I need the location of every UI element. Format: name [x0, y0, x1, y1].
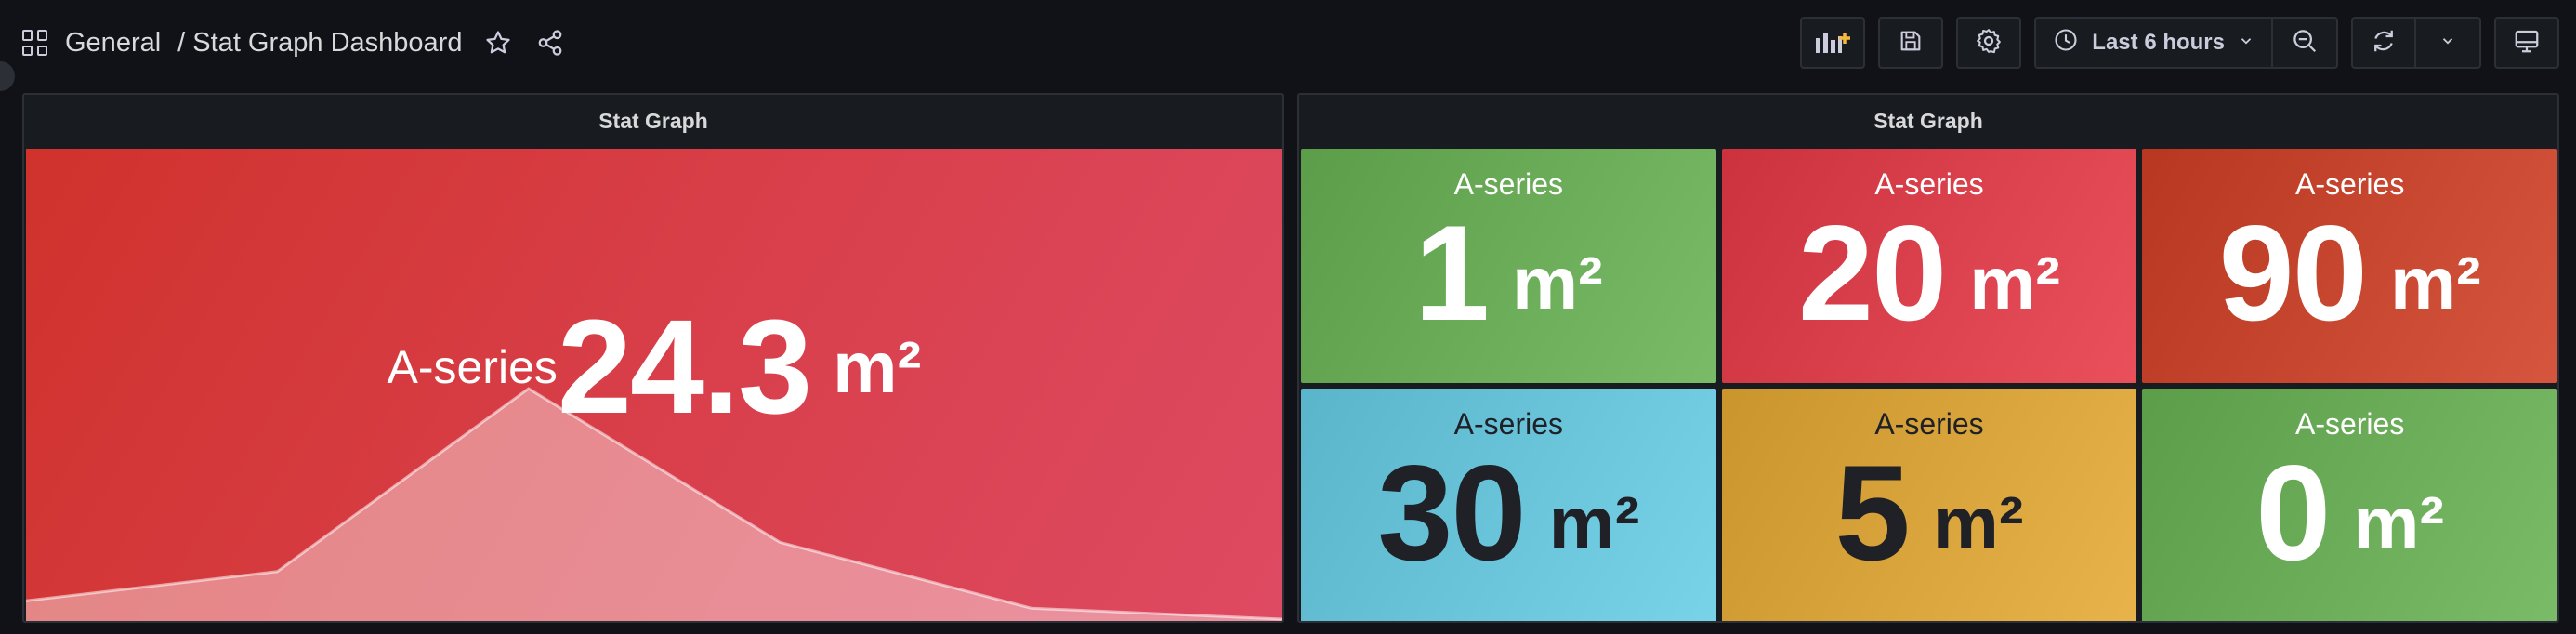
- tv-mode-button[interactable]: [2494, 17, 2559, 69]
- stat-graph-panel-right: Stat Graph A-series 1 m² A-series 20 m² A-…: [1297, 93, 2559, 623]
- add-panel-icon: [1814, 27, 1851, 59]
- zoom-out-button[interactable]: [2273, 17, 2338, 69]
- stat-value-area: A-series 24.3 m²: [26, 149, 1282, 621]
- stat-value: 90: [2218, 197, 2368, 349]
- chevron-down-icon: [2439, 33, 2456, 54]
- stat-unit: m²: [2353, 482, 2445, 564]
- time-range-label: Last 6 hours: [2092, 30, 2225, 55]
- stat-tile: A-series 30 m²: [1301, 389, 1716, 621]
- series-name: A-series: [1874, 407, 1984, 441]
- stat-value: 1: [1413, 197, 1490, 349]
- refresh-icon: [2370, 27, 2398, 59]
- refresh-group: [2351, 17, 2481, 69]
- panel-title[interactable]: Stat Graph: [1299, 95, 2557, 147]
- star-icon[interactable]: [482, 27, 514, 59]
- stat-value: 20: [1797, 197, 1947, 349]
- stat-tile-grid: A-series 1 m² A-series 20 m² A-series 90 m²…: [1301, 149, 2557, 621]
- stat-unit: m²: [833, 325, 922, 408]
- stat-tile: A-series 0 m²: [2142, 389, 2557, 621]
- gear-icon: [1975, 27, 2003, 59]
- dashboard-settings-button[interactable]: [1956, 17, 2022, 69]
- series-name: A-series: [2294, 407, 2405, 441]
- save-dashboard-button[interactable]: [1878, 17, 1944, 69]
- stat-unit: m²: [1548, 482, 1640, 564]
- stat-graph-panel-left: Stat Graph A-series 24.3 m²: [22, 93, 1284, 623]
- chevron-down-icon: [2238, 30, 2254, 56]
- stat-unit: m²: [1512, 242, 1603, 324]
- series-name: A-series: [387, 341, 558, 393]
- stat-unit: m²: [2389, 242, 2481, 324]
- refresh-button[interactable]: [2351, 17, 2416, 69]
- grid-icon[interactable]: [22, 30, 48, 56]
- add-panel-button[interactable]: [1800, 17, 1866, 69]
- dashboard-toolbar: Last 6 hours: [1800, 17, 2559, 69]
- stat-tile: A-series 5 m²: [1721, 389, 2137, 621]
- stat-value: 24.3: [557, 292, 812, 442]
- stat-value: 30: [1377, 437, 1526, 588]
- breadcrumb-folder[interactable]: General: [65, 28, 161, 59]
- stat-unit: m²: [1969, 242, 2061, 324]
- breadcrumb: General / Stat Graph Dashboard: [22, 20, 566, 65]
- time-picker-group: Last 6 hours: [2034, 17, 2338, 69]
- monitor-icon: [2513, 27, 2541, 59]
- series-name: A-series: [1453, 167, 1563, 201]
- time-range-picker[interactable]: Last 6 hours: [2034, 17, 2273, 69]
- zoom-out-icon: [2291, 27, 2319, 59]
- save-icon: [1898, 28, 1924, 59]
- stat-tile: A-series 90 m²: [2142, 149, 2557, 383]
- stat-readout: A-series 24.3 m²: [26, 292, 1282, 442]
- stat-unit: m²: [1932, 482, 2024, 564]
- refresh-interval-dropdown[interactable]: [2416, 17, 2481, 69]
- stat-tile: A-series 20 m²: [1721, 149, 2137, 383]
- dashboard-navbar: General / Stat Graph Dashboard Last 6 ho…: [0, 0, 2576, 86]
- clock-icon: [2053, 27, 2079, 59]
- stat-value: 5: [1834, 437, 1911, 588]
- panel-title[interactable]: Stat Graph: [24, 95, 1282, 147]
- stat-value: 0: [2255, 437, 2331, 588]
- stat-tile: A-series 1 m²: [1301, 149, 1716, 383]
- page-title[interactable]: / Stat Graph Dashboard: [177, 28, 462, 59]
- share-icon[interactable]: [534, 27, 566, 59]
